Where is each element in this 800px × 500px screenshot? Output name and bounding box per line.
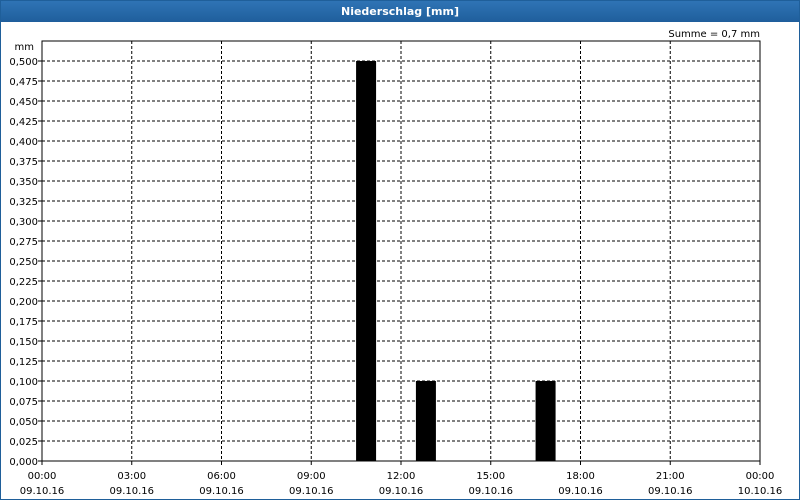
x-tick-time: 09:00: [297, 471, 326, 482]
x-tick-date: 10.10.16: [738, 486, 783, 497]
y-tick-label: 0,475: [9, 77, 38, 88]
x-tick-time: 21:00: [656, 471, 685, 482]
y-tick-label: 0,400: [9, 137, 38, 148]
precipitation-chart: mm Summe = 0,7 mm 0,0000,0250,0500,0750,…: [9, 29, 783, 497]
y-tick-label: 0,025: [9, 437, 38, 448]
x-tick-time: 15:00: [476, 471, 505, 482]
grid-layer: [42, 41, 760, 461]
x-tick-date: 09.10.16: [109, 486, 154, 497]
y-tick-label: 0,300: [9, 217, 38, 228]
bars-layer: [356, 61, 556, 461]
y-axis-unit-label: mm: [15, 42, 34, 53]
sum-label: Summe = 0,7 mm: [668, 29, 760, 40]
x-tick-date: 09.10.16: [468, 486, 513, 497]
y-tick-label: 0,050: [9, 417, 38, 428]
x-tick-date: 09.10.16: [379, 486, 424, 497]
y-tick-label: 0,225: [9, 277, 38, 288]
x-tick-date: 09.10.16: [199, 486, 244, 497]
y-tick-label: 0,200: [9, 297, 38, 308]
x-tick-labels: 00:00 09.10.16 03:00 09.10.16 06:00 09.10.16 0…: [20, 471, 783, 497]
x-tick-date: 09.10.16: [289, 486, 334, 497]
y-tick-labels: 0,000 0,025 0,050 0,075 0,100 0,125 0,150 0,175…: [9, 57, 38, 468]
bar: [356, 61, 377, 461]
x-tick-time: 00:00: [746, 471, 775, 482]
bar: [535, 381, 556, 461]
y-tick-label: 0,350: [9, 177, 38, 188]
y-tick-label: 0,175: [9, 317, 38, 328]
bar: [415, 381, 436, 461]
x-tick-date: 09.10.16: [648, 486, 693, 497]
y-tick-label: 0,425: [9, 117, 38, 128]
y-tick-label: 0,150: [9, 337, 38, 348]
x-tick-time: 18:00: [566, 471, 595, 482]
x-tick-time: 00:00: [28, 471, 57, 482]
x-tick-date: 09.10.16: [20, 486, 65, 497]
y-tick-label: 0,450: [9, 97, 38, 108]
y-tick-label: 0,250: [9, 257, 38, 268]
x-tick-time: 12:00: [387, 471, 416, 482]
y-tick-label: 0,000: [9, 457, 38, 468]
x-tick-time: 06:00: [207, 471, 236, 482]
y-tick-label: 0,375: [9, 157, 38, 168]
y-tick-label: 0,100: [9, 377, 38, 388]
x-tick-time: 03:00: [117, 471, 146, 482]
y-tick-label: 0,500: [9, 57, 38, 68]
y-tick-label: 0,325: [9, 197, 38, 208]
y-tick-label: 0,275: [9, 237, 38, 248]
y-tick-label: 0,125: [9, 357, 38, 368]
x-tick-date: 09.10.16: [558, 486, 603, 497]
y-tick-label: 0,075: [9, 397, 38, 408]
